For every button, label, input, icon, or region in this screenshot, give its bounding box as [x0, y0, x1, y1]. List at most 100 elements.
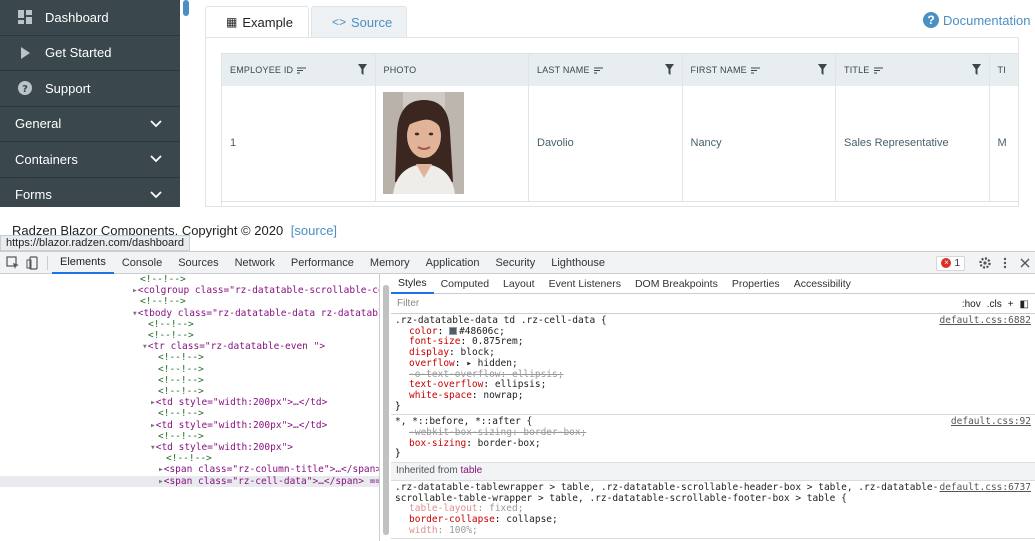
css-property-inactive[interactable]: width: 100%; [395, 525, 1031, 537]
styles-tab-dom-breakpoints[interactable]: DOM Breakpoints [628, 274, 725, 294]
sidebar-item-get-started[interactable]: Get Started [0, 36, 180, 71]
dom-node[interactable]: ▾<tr class="rz-datatable-even "> [0, 341, 379, 352]
column-title: LAST NAME [537, 65, 603, 75]
css-property[interactable]: border-collapse: collapse; [395, 514, 1031, 526]
dom-node[interactable]: ▾<td style="width:200px"> [0, 442, 379, 453]
dom-node[interactable]: <!--!--> [0, 431, 379, 442]
column-header-photo[interactable]: PHOTO [376, 54, 529, 86]
styles-tab-computed[interactable]: Computed [434, 274, 496, 294]
sidebar-item-forms[interactable]: Forms [0, 178, 180, 208]
sidebar-scrollbar[interactable] [183, 0, 189, 16]
column-header-partial[interactable]: TI [990, 54, 1019, 86]
cell-first-name: Nancy [683, 86, 836, 201]
documentation-link[interactable]: ? Documentation [923, 12, 1030, 28]
sort-icon[interactable] [750, 67, 760, 74]
chevron-down-icon [150, 120, 162, 128]
dom-node[interactable]: ▸<span class="rz-column-title">…</span> [0, 464, 379, 475]
css-property[interactable]: white-space: nowrap; [395, 390, 1031, 402]
sort-icon[interactable] [873, 67, 883, 74]
column-title: TI [997, 65, 1006, 75]
inspect-element-icon[interactable] [6, 255, 20, 270]
sort-icon[interactable] [297, 67, 307, 74]
grid-icon: ▦ [226, 15, 238, 29]
devtools-tab-network[interactable]: Network [227, 252, 283, 274]
cell-partial: M [997, 137, 1007, 149]
css-rule: .rz-datatable-data td .rz-cell-data { de… [391, 314, 1035, 416]
dom-node[interactable]: <!--!--> [0, 408, 379, 419]
column-title: FIRST NAME [691, 65, 760, 75]
devtools-tab-security[interactable]: Security [487, 252, 543, 274]
dom-node[interactable]: <!--!--> [0, 364, 379, 375]
dom-node[interactable]: ▸<colgroup class="rz-datatable-scrollabl… [0, 285, 379, 296]
rule-source-link[interactable]: default.css:6737 [939, 482, 1031, 494]
dom-node[interactable]: <!--!--> [0, 375, 379, 386]
sort-icon[interactable] [593, 67, 603, 74]
dom-node[interactable]: ▸<td style="width:200px">…</td> [0, 420, 379, 431]
error-count: 1 [954, 257, 960, 269]
column-header-title[interactable]: TITLE [836, 54, 990, 86]
cls-toggle[interactable]: .cls [987, 299, 1002, 310]
dom-node[interactable]: <!--!--> [0, 319, 379, 330]
elements-scrollbar[interactable] [383, 285, 389, 535]
inherited-tag[interactable]: table [460, 465, 482, 476]
sidebar-item-containers[interactable]: Containers [0, 142, 180, 178]
filter-icon[interactable] [664, 64, 674, 75]
sidebar-item-dashboard[interactable]: Dashboard [0, 0, 180, 36]
rule-source-link[interactable]: default.css:92 [951, 417, 1031, 428]
table-row[interactable]: 1 Davolio Nancy Sales Representative M [222, 86, 1018, 202]
devtools-tab-performance[interactable]: Performance [283, 252, 362, 274]
sidebar-item-label: Support [45, 80, 91, 96]
devtools-tab-application[interactable]: Application [418, 252, 488, 274]
dom-node[interactable]: ▸<td style="width:200px">…</td> [0, 397, 379, 408]
devtools-toolbar-right: × 1 [936, 252, 1035, 274]
column-header-employee-id[interactable]: EMPLOYEE ID [222, 54, 376, 86]
devtools-tab-console[interactable]: Console [114, 252, 170, 274]
dom-node[interactable]: <!--!--> [0, 330, 379, 341]
dom-node-selected[interactable]: ▸<span class="rz-cell-data">…</span> == … [0, 475, 379, 487]
styles-tab-accessibility[interactable]: Accessibility [787, 274, 858, 294]
devtools-tab-lighthouse[interactable]: Lighthouse [543, 252, 613, 274]
dom-node[interactable]: <!--!--> [0, 386, 379, 397]
styles-tab-layout[interactable]: Layout [496, 274, 542, 294]
devtools-tab-elements[interactable]: Elements [52, 252, 114, 274]
settings-gear-icon[interactable] [978, 256, 992, 270]
documentation-label: Documentation [943, 12, 1031, 28]
dom-node[interactable]: <!--!--> [0, 296, 379, 307]
error-counter[interactable]: × 1 [936, 255, 965, 271]
sidebar-item-label: Dashboard [45, 9, 109, 25]
styles-tab-styles[interactable]: Styles [391, 274, 434, 294]
close-icon[interactable] [1018, 256, 1032, 270]
column-header-last-name[interactable]: LAST NAME [529, 54, 683, 86]
devtools-tabbar: Elements Console Sources Network Perform… [0, 252, 1035, 274]
toggle-sidebar-icon[interactable]: ◧ [1020, 299, 1029, 310]
device-toolbar-icon[interactable] [26, 255, 40, 270]
styles-filter-input[interactable]: Filter [397, 298, 419, 309]
dom-node[interactable]: <!--!--> [0, 352, 379, 363]
devtools-tab-sources[interactable]: Sources [170, 252, 226, 274]
styles-tab-properties[interactable]: Properties [725, 274, 787, 294]
add-rule-icon[interactable]: + [1008, 299, 1014, 310]
scroll-thumb[interactable] [383, 285, 389, 535]
sidebar-item-general[interactable]: General [0, 107, 180, 142]
devtools-tab-memory[interactable]: Memory [362, 252, 418, 274]
more-options-icon[interactable] [998, 256, 1012, 270]
dom-node[interactable]: ▾<tbody class="rz-datatable-data rz-data… [0, 308, 379, 319]
filter-icon[interactable] [357, 64, 367, 75]
styles-tab-event-listeners[interactable]: Event Listeners [542, 274, 628, 294]
chevron-down-icon [150, 155, 162, 163]
rule-selector[interactable]: .rz-datatable-tablewrapper > table, .rz-… [395, 482, 1031, 504]
column-header-first-name[interactable]: FIRST NAME [683, 54, 836, 86]
chevron-down-icon [150, 191, 162, 199]
dom-node[interactable]: <!--!--> [0, 453, 379, 464]
hov-toggle[interactable]: :hov [962, 299, 981, 310]
sidebar-item-support[interactable]: ? Support [0, 71, 180, 107]
filter-icon[interactable] [818, 64, 827, 75]
footer-source-link[interactable]: [source] [291, 223, 337, 238]
rule-source-link[interactable]: default.css:6882 [939, 315, 1031, 327]
color-swatch[interactable] [449, 327, 458, 336]
dom-node[interactable]: <!--!--> [0, 274, 379, 285]
tab-source[interactable]: <> Source [311, 6, 407, 37]
css-property[interactable]: box-sizing: border-box; [395, 438, 1031, 450]
filter-icon[interactable] [971, 64, 981, 75]
tab-example[interactable]: ▦ Example [205, 6, 309, 37]
